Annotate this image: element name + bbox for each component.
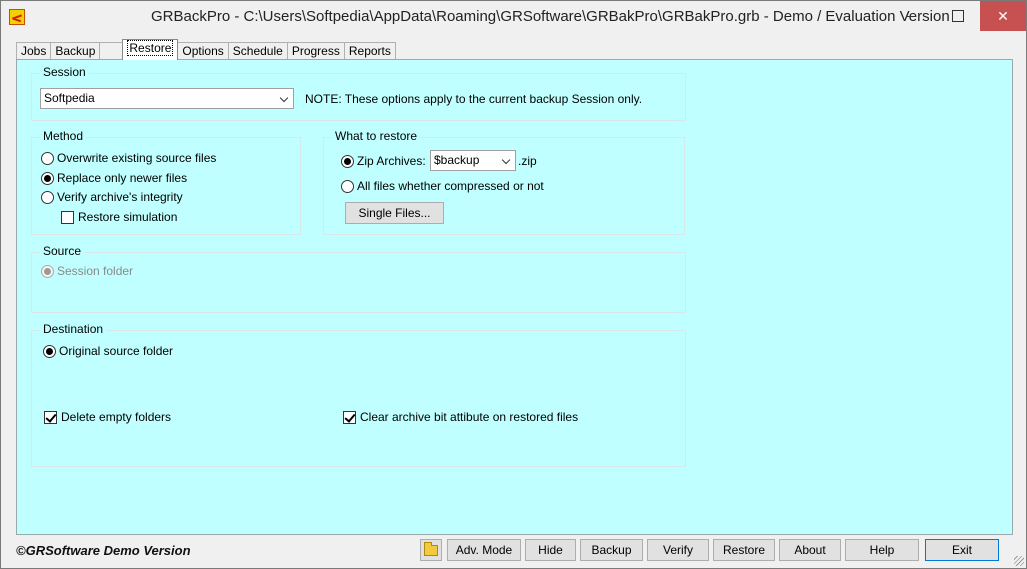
radio-label: Overwrite existing source files [57, 151, 217, 165]
minimize-button[interactable] [888, 1, 934, 31]
radio-circle-selected [43, 344, 56, 358]
tab-label: Backup [55, 44, 96, 58]
close-icon: ✕ [997, 8, 1009, 24]
radio-label: Verify archive's integrity [57, 190, 183, 204]
about-button[interactable]: About [779, 539, 841, 561]
radio-zip-archives[interactable]: Zip Archives: [341, 154, 426, 168]
hide-button[interactable]: Hide [525, 539, 576, 561]
source-group-title: Source [40, 244, 85, 258]
exit-button[interactable]: Exit [925, 539, 999, 561]
zip-archive-select[interactable]: $backup [430, 150, 516, 171]
tab-options[interactable]: Options [177, 42, 229, 60]
close-button[interactable]: ✕ [980, 1, 1026, 31]
radio-circle [41, 190, 54, 204]
radio-circle-selected [41, 171, 54, 185]
what-to-restore-title: What to restore [332, 129, 421, 143]
radio-circle-selected [41, 264, 54, 278]
tab-jobs[interactable]: Jobs [16, 42, 52, 60]
help-button[interactable]: Help [845, 539, 919, 561]
radio-replace-newer[interactable]: Replace only newer files [41, 171, 187, 185]
checkbox-clear-archive-bit[interactable]: Clear archive bit attibute on restored f… [343, 410, 578, 424]
copyright-text: ©GRSoftware Demo Version [16, 543, 191, 558]
radio-label: Replace only newer files [57, 171, 188, 185]
tab-label: Schedule [232, 44, 283, 58]
radio-label: Zip Archives: [357, 154, 426, 168]
checkbox-delete-empty-folders[interactable]: Delete empty folders [44, 410, 171, 424]
radio-verify-integrity[interactable]: Verify archive's integrity [41, 190, 183, 204]
title-bar: GRBackPro - C:\Users\Softpedia\AppData\R… [1, 1, 1026, 33]
method-group-title: Method [40, 129, 87, 143]
method-group: Method Overwrite existing source files R… [31, 129, 301, 235]
restore-button[interactable]: Restore [713, 539, 775, 561]
source-group: Source Session folder [31, 244, 686, 313]
tab-label: Options [182, 44, 224, 58]
window-title: GRBackPro - C:\Users\Softpedia\AppData\R… [151, 8, 950, 25]
radio-original-source-folder[interactable]: Original source folder [43, 344, 173, 358]
tab-label: Restore [127, 40, 174, 56]
chevron-down-icon [277, 89, 293, 108]
checkbox-box-checked [44, 410, 57, 424]
single-files-button[interactable]: Single Files... [345, 202, 444, 224]
tab-restore[interactable]: Restore [122, 39, 179, 60]
radio-label: All files whether compressed or not [357, 179, 544, 193]
chevron-down-icon [499, 151, 515, 170]
radio-circle [341, 179, 354, 193]
session-note: NOTE: These options apply to the current… [305, 92, 643, 106]
what-to-restore-group: What to restore Zip Archives: $backup .z… [323, 129, 685, 235]
checkbox-box-checked [343, 410, 356, 424]
checkbox-label: Clear archive bit attibute on restored f… [360, 410, 579, 424]
tab-strip: Jobs Backup Restore Options Schedule Pro… [16, 39, 396, 60]
verify-button[interactable]: Verify [647, 539, 709, 561]
radio-all-files[interactable]: All files whether compressed or not [341, 179, 544, 193]
session-group: Session Softpedia NOTE: These options ap… [31, 65, 686, 121]
main-window: GRBackPro - C:\Users\Softpedia\AppData\R… [0, 0, 1027, 569]
checkbox-label: Delete empty folders [61, 410, 172, 424]
checkbox-label: Restore simulation [78, 210, 178, 224]
restore-panel: Session Softpedia NOTE: These options ap… [16, 59, 1013, 535]
session-select[interactable]: Softpedia [40, 88, 294, 109]
checkbox-restore-simulation[interactable]: Restore simulation [61, 210, 177, 224]
tab-backup[interactable]: Backup [50, 42, 101, 60]
resize-grip[interactable] [1014, 556, 1024, 566]
folder-icon [424, 542, 438, 556]
open-folder-button[interactable] [420, 539, 442, 561]
radio-overwrite-existing[interactable]: Overwrite existing source files [41, 151, 216, 165]
tab-label: Reports [348, 44, 391, 58]
session-select-value: Softpedia [44, 91, 95, 105]
session-group-title: Session [40, 65, 89, 79]
tab-reports[interactable]: Reports [343, 42, 396, 60]
tab-blank[interactable] [99, 42, 124, 60]
radio-label: Original source folder [59, 344, 174, 358]
radio-label: Session folder [57, 264, 134, 278]
destination-group: Destination Original source folder Delet… [31, 322, 686, 467]
adv-mode-button[interactable]: Adv. Mode [447, 539, 521, 561]
tab-progress[interactable]: Progress [286, 42, 345, 60]
status-bar: ©GRSoftware Demo Version Adv. Mode Hide … [1, 536, 1026, 568]
zip-archive-select-value: $backup [434, 153, 480, 167]
tab-label: Progress [291, 44, 340, 58]
maximize-button[interactable] [934, 1, 980, 31]
checkbox-box [61, 210, 74, 224]
tab-schedule[interactable]: Schedule [227, 42, 288, 60]
radio-circle-selected [341, 154, 354, 168]
radio-session-folder[interactable]: Session folder [41, 264, 133, 278]
backup-button[interactable]: Backup [580, 539, 643, 561]
radio-circle [41, 151, 54, 165]
tab-label: Jobs [21, 44, 47, 58]
destination-group-title: Destination [40, 322, 107, 336]
zip-extension-label: .zip [518, 154, 537, 168]
